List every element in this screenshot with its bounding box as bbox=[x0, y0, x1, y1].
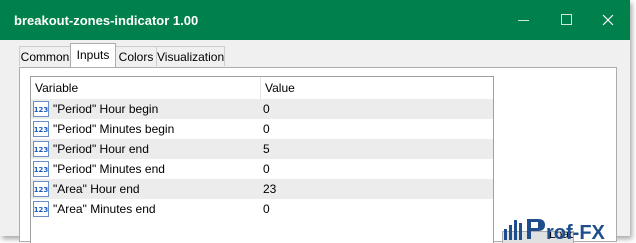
value-cell[interactable]: 0 bbox=[263, 119, 270, 139]
title-bar[interactable]: breakout-zones-indicator 1.00 bbox=[0, 0, 630, 40]
variable-name: "Period" Hour end bbox=[53, 142, 149, 156]
value-cell[interactable]: 5 bbox=[263, 139, 270, 159]
table-row[interactable]: 123 "Period" Minutes begin 0 bbox=[31, 119, 493, 139]
value-cell[interactable]: 0 bbox=[263, 199, 270, 219]
tab-colors[interactable]: Colors bbox=[115, 46, 157, 66]
table-row[interactable]: 123 "Period" Minutes end 0 bbox=[31, 159, 493, 179]
variable-name: "Area" Minutes end bbox=[53, 202, 156, 216]
column-header-variable[interactable]: Variable bbox=[31, 77, 261, 99]
svg-text:rof-FX: rof-FX bbox=[546, 222, 606, 242]
dialog-window: breakout-zones-indicator 1.00 Common Inp… bbox=[0, 0, 630, 243]
minimize-icon[interactable] bbox=[514, 10, 534, 30]
integer-123-icon: 123 bbox=[33, 101, 49, 117]
svg-text:123: 123 bbox=[34, 146, 49, 154]
svg-text:123: 123 bbox=[34, 126, 49, 134]
tab-visualization[interactable]: Visualization bbox=[156, 46, 225, 66]
inputs-table: Variable Value 123 "Period" Hour begin 0… bbox=[30, 76, 494, 243]
variable-name: "Period" Hour begin bbox=[53, 102, 159, 116]
value-cell[interactable]: 23 bbox=[263, 179, 276, 199]
variable-name: "Period" Minutes end bbox=[53, 162, 165, 176]
tab-common[interactable]: Common bbox=[19, 46, 71, 66]
table-row[interactable]: 123 "Area" Minutes end 0 bbox=[31, 199, 493, 219]
tab-inputs[interactable]: Inputs bbox=[70, 43, 116, 67]
close-icon[interactable] bbox=[598, 10, 618, 30]
value-cell[interactable]: 0 bbox=[263, 99, 270, 119]
svg-text:123: 123 bbox=[34, 166, 49, 174]
integer-123-icon: 123 bbox=[33, 141, 49, 157]
integer-123-icon: 123 bbox=[33, 181, 49, 197]
maximize-icon[interactable] bbox=[557, 10, 577, 30]
svg-text:123: 123 bbox=[34, 206, 49, 214]
value-cell[interactable]: 0 bbox=[263, 159, 270, 179]
integer-123-icon: 123 bbox=[33, 201, 49, 217]
svg-text:123: 123 bbox=[34, 106, 49, 114]
variable-name: "Area" Hour end bbox=[53, 182, 140, 196]
column-header-value[interactable]: Value bbox=[261, 77, 493, 99]
window-title: breakout-zones-indicator 1.00 bbox=[14, 13, 199, 28]
table-row[interactable]: 123 "Area" Hour end 23 bbox=[31, 179, 493, 199]
variable-name: "Period" Minutes begin bbox=[53, 122, 175, 136]
svg-text:123: 123 bbox=[34, 186, 49, 194]
integer-123-icon: 123 bbox=[33, 161, 49, 177]
integer-123-icon: 123 bbox=[33, 121, 49, 137]
table-header: Variable Value bbox=[31, 77, 493, 100]
prof-fx-watermark-logo: rof-FX bbox=[504, 219, 606, 242]
table-row[interactable]: 123 "Period" Hour end 5 bbox=[31, 139, 493, 159]
table-row[interactable]: 123 "Period" Hour begin 0 bbox=[31, 99, 493, 119]
